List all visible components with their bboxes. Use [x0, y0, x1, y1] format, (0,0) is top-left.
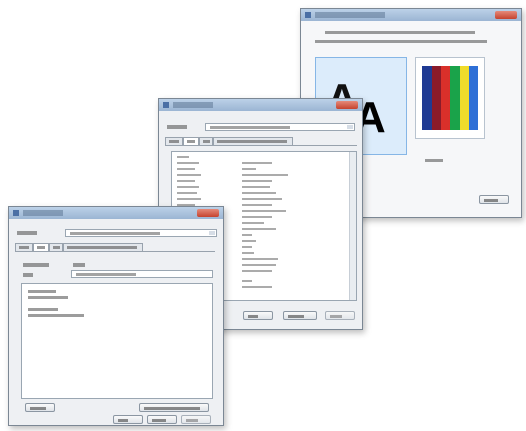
color-bar-3 [441, 66, 450, 130]
tab-general[interactable] [15, 243, 33, 251]
device-select[interactable] [205, 123, 355, 131]
device-label [167, 125, 187, 129]
window-icon [13, 210, 19, 216]
ok-button[interactable] [243, 311, 273, 320]
tab-details[interactable] [33, 243, 49, 251]
description-heading-2 [28, 308, 58, 311]
field-value-1 [73, 263, 85, 267]
close-icon[interactable] [495, 11, 517, 19]
description-area[interactable] [21, 283, 213, 399]
back-window-title [315, 12, 385, 18]
device-select[interactable] [65, 229, 217, 237]
middle-window-titlebar[interactable] [159, 99, 362, 111]
ok-button[interactable] [113, 415, 143, 424]
name-field[interactable] [71, 270, 213, 278]
field-label-2 [23, 273, 33, 277]
chevron-down-icon [209, 231, 215, 235]
description-text-1 [28, 296, 68, 299]
tab-strip [15, 243, 215, 252]
tab-fourth[interactable] [213, 137, 293, 145]
tab-strip [165, 137, 357, 146]
color-bar-4 [450, 66, 460, 130]
field-label-1 [23, 263, 49, 267]
tab-details[interactable] [183, 137, 199, 145]
chevron-down-icon [347, 125, 353, 129]
cancel-button[interactable] [147, 415, 177, 424]
instruction-line-1 [325, 31, 475, 34]
description-text-2 [28, 314, 84, 317]
color-bar-2 [432, 66, 441, 130]
tab-third[interactable] [49, 243, 63, 251]
tab-fourth[interactable] [63, 243, 143, 251]
color-sample-label [425, 159, 443, 162]
next-button[interactable] [479, 195, 509, 204]
color-bar-1 [422, 66, 432, 130]
property-list-scrollbar[interactable] [349, 152, 356, 300]
middle-window-title [173, 102, 213, 108]
left-action-button[interactable] [25, 403, 55, 412]
front-window [8, 206, 224, 426]
instruction-line-2 [315, 40, 487, 43]
back-window-titlebar[interactable] [301, 9, 521, 21]
window-icon [163, 102, 169, 108]
window-icon [305, 12, 311, 18]
color-bar-5 [460, 66, 469, 130]
right-action-button[interactable] [139, 403, 209, 412]
color-sample-option[interactable] [415, 57, 485, 139]
apply-button[interactable] [181, 415, 211, 424]
front-window-titlebar[interactable] [9, 207, 223, 219]
color-bar-6 [469, 66, 478, 130]
front-window-title [23, 210, 63, 216]
close-icon[interactable] [197, 209, 219, 217]
tab-third[interactable] [199, 137, 213, 145]
tab-general[interactable] [165, 137, 183, 145]
apply-button[interactable] [325, 311, 355, 320]
cancel-button[interactable] [283, 311, 317, 320]
description-heading-1 [28, 290, 56, 293]
device-label [17, 231, 37, 235]
color-bars-image [422, 66, 478, 130]
close-icon[interactable] [336, 101, 358, 109]
